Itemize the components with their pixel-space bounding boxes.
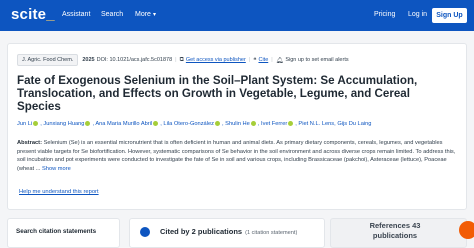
abstract: Abstract: Selenium (Se) is an essential … bbox=[17, 139, 463, 173]
chevron-down-icon: ▾ bbox=[152, 12, 156, 18]
nav-search-link[interactable]: Search bbox=[101, 11, 123, 18]
citation-statement-count: (1 citation statement) bbox=[245, 230, 298, 236]
help-understand-link[interactable]: Help me understand this report bbox=[19, 189, 99, 195]
search-citations-panel[interactable]: Search citation statements bbox=[7, 218, 120, 248]
nav-pricing-link[interactable]: Pricing bbox=[374, 11, 395, 18]
nav-assistant-link[interactable]: Assistant bbox=[62, 11, 90, 18]
references-line-1: References 43 bbox=[369, 221, 421, 230]
orcid-icon[interactable] bbox=[33, 121, 39, 126]
nav-more-menu[interactable]: More ▾ bbox=[135, 11, 156, 18]
doi-text[interactable]: DOI: 10.1021/acs.jafc.5c01878 bbox=[97, 57, 173, 63]
meta-divider: | bbox=[248, 57, 251, 63]
external-link-icon: ⧉ bbox=[179, 56, 184, 63]
author-link[interactable]: Ana Maria Murillo Abril bbox=[95, 121, 152, 127]
show-more-link[interactable]: Show more bbox=[42, 166, 71, 172]
logo-underscore: _ bbox=[46, 6, 55, 23]
publisher-access-link[interactable]: Get access via publisher bbox=[186, 57, 246, 63]
author-link[interactable]: Gijs Du Laing bbox=[337, 121, 371, 127]
author-link[interactable]: Ivet Ferrer bbox=[261, 121, 287, 127]
cite-link[interactable]: Cite bbox=[258, 57, 268, 63]
abstract-label: Abstract: bbox=[17, 140, 42, 146]
references-panel[interactable]: References 43 publications bbox=[330, 218, 474, 248]
orcid-icon[interactable] bbox=[215, 121, 220, 126]
cited-by-panel[interactable]: Cited by 2 publications (1 citation state… bbox=[129, 218, 325, 248]
quote-icon: ❝ bbox=[253, 57, 257, 64]
paper-report-card: J. Agric. Food Chem. 2025 DOI: 10.1021/a… bbox=[7, 43, 467, 210]
logo-text: scite bbox=[11, 6, 47, 23]
paper-meta-row: J. Agric. Food Chem. 2025 DOI: 10.1021/a… bbox=[17, 54, 349, 66]
bell-icon: 🔔︎ bbox=[275, 57, 284, 64]
cited-by-label: Cited by 2 publications bbox=[160, 227, 243, 236]
journal-tag[interactable]: J. Agric. Food Chem. bbox=[17, 54, 79, 66]
email-alerts-link[interactable]: Sign up to set email alerts bbox=[285, 57, 348, 63]
author-link[interactable]: Piet N.L. Lens bbox=[298, 121, 334, 127]
signup-button[interactable]: Sign Up bbox=[432, 8, 467, 23]
orcid-icon[interactable] bbox=[153, 121, 159, 126]
nav-more-label: More bbox=[135, 11, 151, 18]
search-citations-label: Search citation statements bbox=[16, 228, 97, 235]
paper-title: Fate of Exogenous Selenium in the Soil–P… bbox=[17, 74, 418, 114]
publication-year: 2025 bbox=[82, 57, 95, 63]
orcid-icon[interactable] bbox=[288, 121, 294, 126]
cited-by-count: Cited by 2 publications (1 citation state… bbox=[160, 227, 297, 236]
meta-divider: | bbox=[175, 57, 177, 63]
meta-divider: | bbox=[271, 57, 273, 63]
references-line-2: publications bbox=[372, 230, 418, 240]
abstract-text: Selenium (Se) is an essential micronutri… bbox=[17, 140, 456, 172]
author-link[interactable]: Jun Li bbox=[17, 121, 32, 127]
nav-login-link[interactable]: Log in bbox=[408, 11, 427, 18]
orcid-icon[interactable] bbox=[85, 121, 91, 126]
citation-icon bbox=[140, 227, 150, 237]
author-link[interactable]: Junxiang Huang bbox=[43, 121, 84, 127]
scite-logo[interactable]: scite_ bbox=[11, 6, 55, 23]
author-link[interactable]: Shulin He bbox=[225, 121, 250, 127]
author-link[interactable]: Lila Otero-González bbox=[163, 121, 214, 127]
references-count: References 43 publications bbox=[331, 221, 459, 240]
author-list: Jun Li, Junxiang Huang, Ana Maria Murill… bbox=[17, 121, 372, 127]
references-badge-icon bbox=[459, 221, 474, 239]
top-navigation-bar: scite_ Assistant Search More ▾ Pricing Lo… bbox=[0, 0, 474, 31]
orcid-icon[interactable] bbox=[250, 121, 256, 126]
